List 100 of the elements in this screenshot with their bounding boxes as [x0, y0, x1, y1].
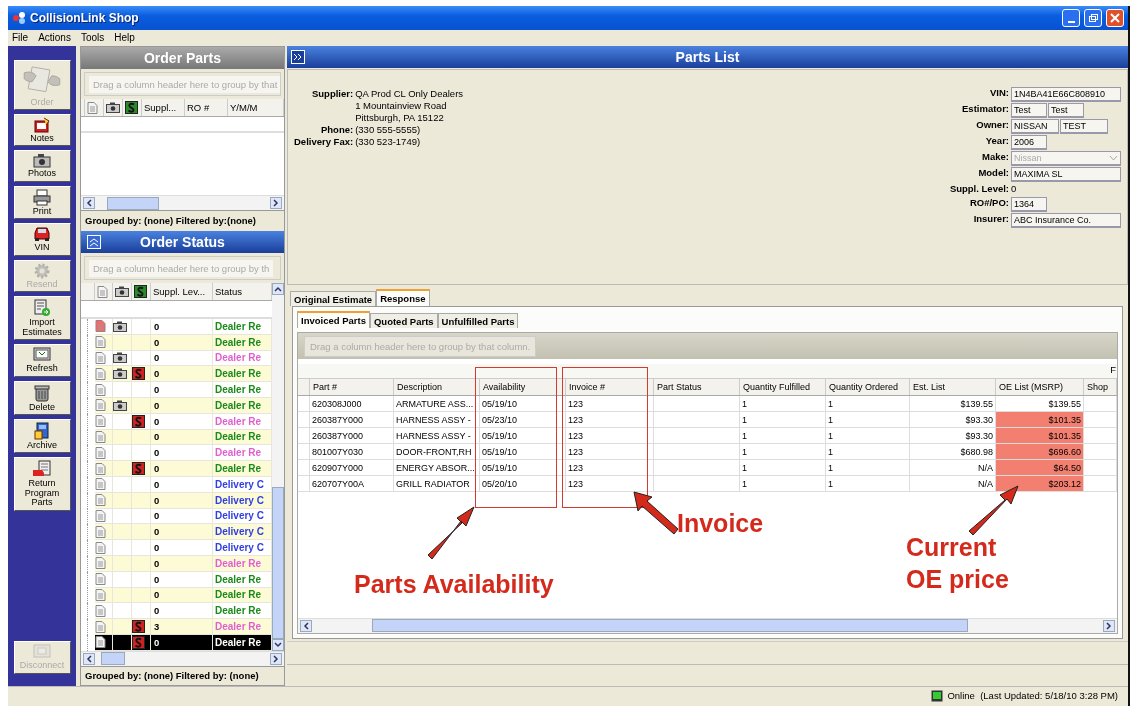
- toolbar-button[interactable]: Photos: [13, 150, 71, 182]
- table-cell: HARNESS ASSY -: [394, 412, 480, 428]
- input-field[interactable]: ABC Insurance Co.: [1011, 213, 1121, 228]
- table-cell: 123: [566, 476, 654, 492]
- table-cell: 0: [151, 382, 213, 398]
- input-field[interactable]: 1N4BA41E66C808910: [1011, 87, 1121, 102]
- table-row[interactable]: 0 Dealer Re: [81, 429, 272, 446]
- callout-text: Invoice: [677, 508, 764, 539]
- column-header[interactable]: Availability: [480, 379, 566, 395]
- table-cell: 123: [566, 396, 654, 412]
- scrollbar-thumb[interactable]: [372, 619, 968, 633]
- toolbar-button[interactable]: Archive: [13, 418, 71, 454]
- scroll-left-button[interactable]: [83, 652, 95, 665]
- tab[interactable]: Original Estimate: [290, 291, 377, 306]
- field-label: Insurer:: [972, 213, 1009, 226]
- scroll-up-button[interactable]: [272, 283, 284, 295]
- table-row[interactable]: 0 Dealer Re: [81, 382, 272, 398]
- maximize-button[interactable]: [1084, 9, 1102, 27]
- column-header[interactable]: Y/M/M: [228, 99, 284, 116]
- table-cell: [1084, 428, 1117, 444]
- close-button[interactable]: [1106, 9, 1124, 27]
- table-cell: 0: [151, 524, 213, 541]
- table-row[interactable]: 0 Delivery C: [81, 476, 272, 493]
- toolbar-button[interactable]: Delete: [13, 380, 71, 415]
- table-row[interactable]: 0 Delivery C: [81, 540, 272, 556]
- toolbar-button[interactable]: Notes: [13, 114, 71, 147]
- table-row[interactable]: 0 Dealer Re: [81, 555, 272, 572]
- table-row[interactable]: 0 Delivery C: [81, 524, 272, 541]
- column-header[interactable]: Description: [394, 379, 480, 395]
- column-header[interactable]: Part #: [310, 379, 394, 395]
- chevron-right-icon: [273, 199, 279, 207]
- table-cell: 0: [151, 540, 213, 556]
- chevron-left-icon: [86, 654, 92, 663]
- toolbar-button[interactable]: Print: [13, 185, 71, 220]
- tab[interactable]: Response: [376, 289, 430, 306]
- column-header[interactable]: Suppl...: [142, 99, 185, 116]
- toolbar-button[interactable]: Refresh: [13, 344, 71, 377]
- scroll-right-button[interactable]: [270, 652, 282, 665]
- table-cell: ENERGY ABSOR...: [394, 460, 480, 476]
- field-value: 1 Mountainview Road: [355, 100, 448, 111]
- expand-button[interactable]: [291, 50, 305, 67]
- table-cell: 1: [740, 412, 826, 428]
- toolbar-button[interactable]: VIN: [13, 223, 71, 256]
- scroll-left-button[interactable]: [83, 197, 95, 209]
- tab[interactable]: Unfulfilled Parts: [437, 313, 519, 328]
- badge-icon: [134, 285, 147, 298]
- tab[interactable]: Quoted Parts: [369, 313, 438, 328]
- table-cell: [1084, 460, 1117, 476]
- scrollbar-thumb[interactable]: [107, 196, 159, 210]
- document-icon: [95, 383, 106, 396]
- column-header[interactable]: Quantity Fulfilled: [740, 379, 826, 395]
- input-field[interactable]: 2006: [1011, 135, 1047, 150]
- document-icon: [95, 509, 106, 522]
- monitor-icon: [33, 347, 51, 364]
- column-header[interactable]: OE List (MSRP): [996, 379, 1084, 395]
- table-row[interactable]: 0 Dealer Re: [81, 413, 272, 430]
- scrollbar-thumb[interactable]: [272, 486, 284, 639]
- input-field[interactable]: TEST: [1060, 119, 1108, 134]
- scroll-right-button[interactable]: [1103, 619, 1115, 632]
- table-cell: 1: [740, 396, 826, 412]
- table-row[interactable]: 0 Dealer Re: [81, 334, 272, 351]
- badge-icon: [132, 635, 145, 649]
- toolbar-button[interactable]: Return Program Parts: [13, 457, 71, 511]
- column-header[interactable]: Invoice #: [566, 379, 654, 395]
- scroll-left-button[interactable]: [300, 619, 312, 632]
- table-row[interactable]: 0 Dealer Re: [81, 571, 272, 588]
- table-row[interactable]: 0 Dealer Re: [81, 587, 272, 604]
- table-row[interactable]: 0 Dealer Re: [81, 461, 272, 477]
- scrollbar-thumb[interactable]: [101, 652, 125, 666]
- input-field[interactable]: NISSAN: [1011, 119, 1059, 134]
- document-icon: [95, 541, 106, 554]
- menu-item[interactable]: Help: [114, 31, 135, 43]
- menu-item[interactable]: File: [12, 31, 29, 43]
- table-cell: 3: [151, 619, 213, 635]
- table-row[interactable]: 0 Dealer Re: [81, 398, 272, 414]
- scroll-right-button[interactable]: [270, 197, 282, 209]
- column-header[interactable]: Shop: [1084, 379, 1117, 395]
- table-cell: 05/19/10: [480, 428, 566, 444]
- menu-item[interactable]: Actions: [38, 31, 71, 43]
- input-field[interactable]: Test: [1048, 103, 1084, 118]
- table-row[interactable]: 3 Dealer Re: [81, 619, 272, 635]
- menu-item[interactable]: Tools: [80, 31, 105, 43]
- table-row[interactable]: 0 Delivery C: [81, 492, 272, 509]
- input-field[interactable]: Test: [1011, 103, 1047, 118]
- table-row[interactable]: 0 Dealer Re: [81, 319, 272, 335]
- column-header[interactable]: Part Status: [654, 379, 740, 395]
- input-field[interactable]: 1364: [1011, 197, 1047, 212]
- table-cell: 1: [826, 460, 910, 476]
- input-field[interactable]: MAXIMA SL: [1011, 167, 1121, 182]
- table-cell: 05/19/10: [480, 460, 566, 476]
- table-row[interactable]: 0 Dealer Re: [81, 366, 272, 383]
- column-header[interactable]: Est. List: [910, 379, 996, 395]
- tab[interactable]: Invoiced Parts: [297, 311, 370, 328]
- column-header[interactable]: Quantity Ordered: [826, 379, 910, 395]
- toolbar-button[interactable]: Import Estimates: [13, 296, 71, 341]
- collapse-button[interactable]: [87, 235, 101, 252]
- table-row[interactable]: 0 Dealer Re: [81, 634, 272, 651]
- column-header[interactable]: Suppl. Lev...: [151, 283, 213, 300]
- column-header[interactable]: RO #: [185, 99, 228, 116]
- minimize-button[interactable]: [1062, 9, 1080, 27]
